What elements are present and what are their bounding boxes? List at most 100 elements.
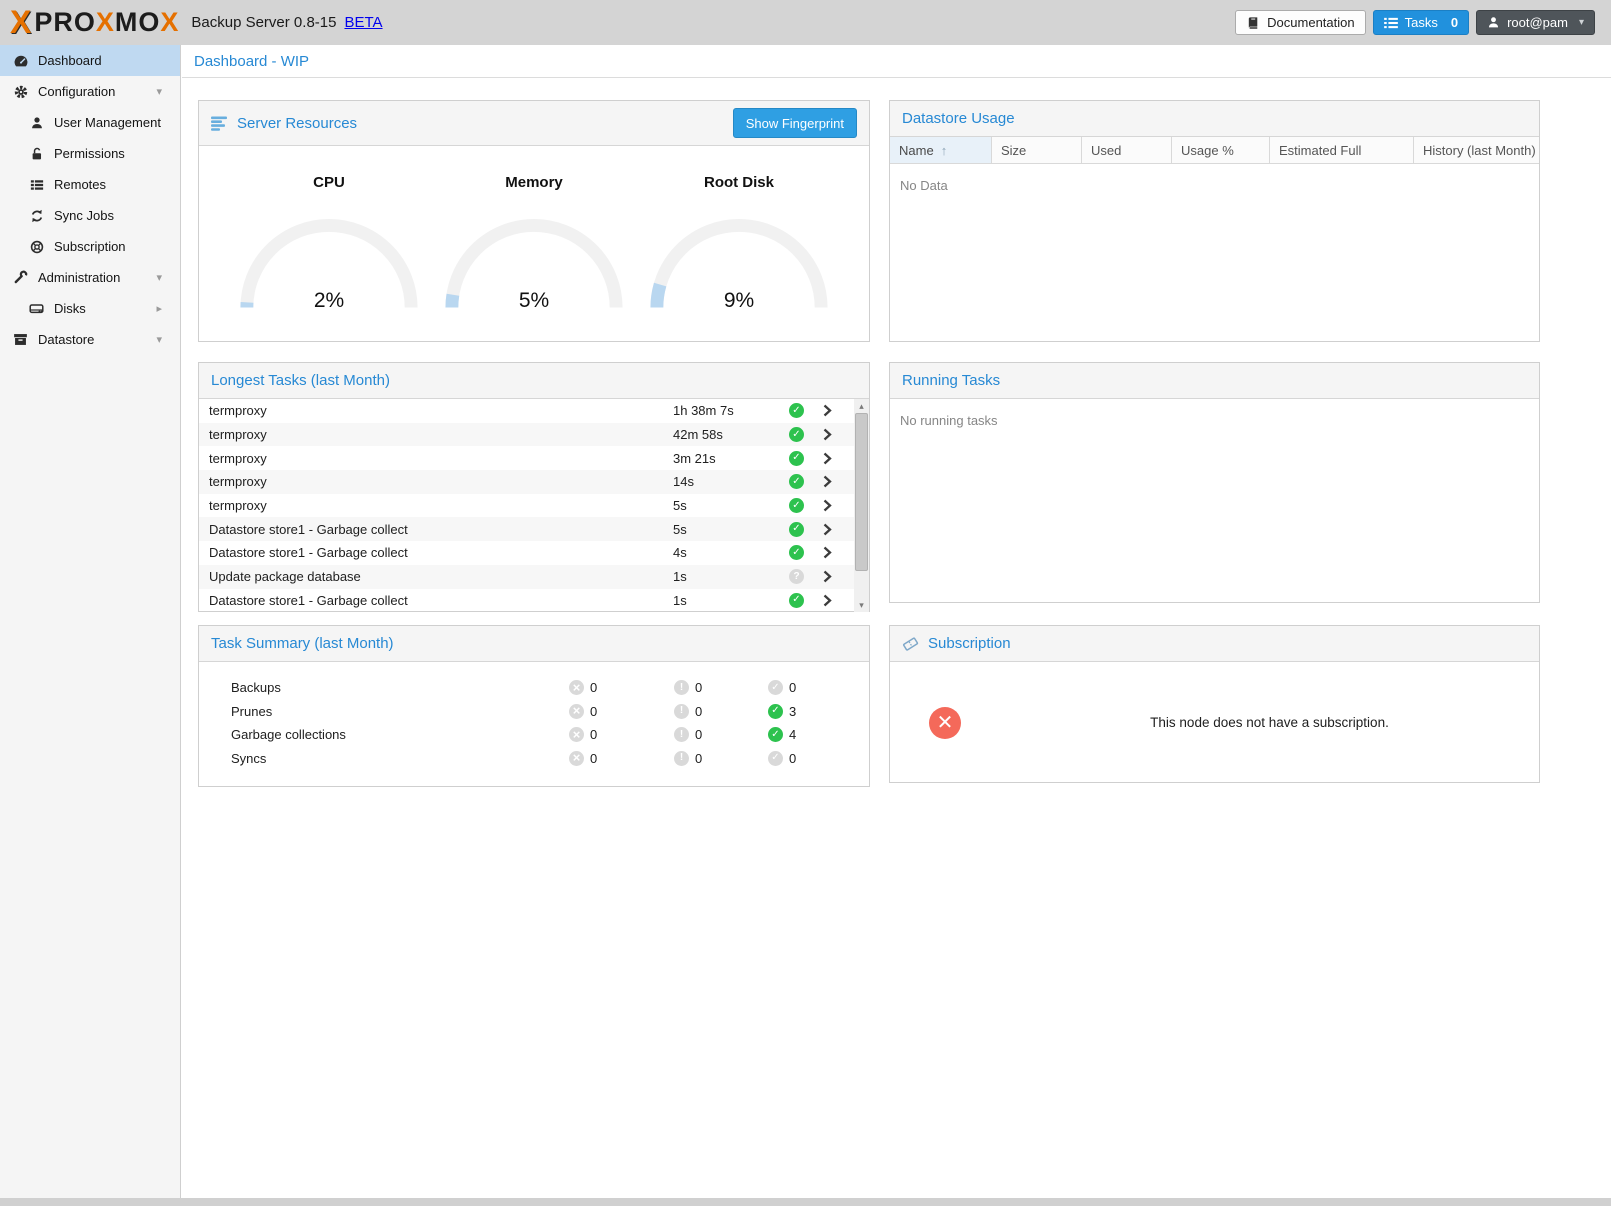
scrollbar-thumb[interactable] (855, 413, 868, 571)
chevron-right-icon[interactable] (823, 475, 832, 488)
datastore-icon (12, 332, 29, 347)
ticket-icon (902, 636, 919, 652)
panel-title: Task Summary (last Month) (211, 635, 394, 652)
show-fingerprint-button[interactable]: Show Fingerprint (733, 108, 857, 138)
cpu-gauge-value: 2% (235, 289, 423, 313)
error-icon (569, 751, 584, 766)
datastore-table-header: Name↑ Size Used Usage % Estimated Full H… (890, 137, 1539, 164)
caret-down-icon[interactable]: ▾ (156, 85, 162, 98)
sidebar-item-administration[interactable]: Administration ▾ (0, 262, 180, 293)
column-header-used[interactable]: Used (1082, 137, 1172, 163)
sidebar: Dashboard Configuration ▾ User Managemen… (0, 45, 181, 1198)
no-subscription-icon: ✕ (929, 707, 961, 739)
memory-gauge-value: 5% (440, 289, 628, 313)
column-header-name[interactable]: Name↑ (890, 137, 992, 163)
server-resources-icon (211, 116, 228, 131)
scroll-down-icon[interactable]: ▾ (854, 598, 869, 612)
no-data-text: No Data (890, 164, 1539, 193)
task-row[interactable]: Datastore store1 - Garbage collect 1s (199, 589, 854, 613)
task-row[interactable]: termproxy 3m 21s (199, 446, 854, 470)
task-status-icon (789, 569, 804, 584)
task-row[interactable]: Datastore store1 - Garbage collect 4s (199, 541, 854, 565)
caret-down-icon[interactable]: ▾ (156, 333, 162, 346)
beta-link[interactable]: BETA (344, 14, 382, 31)
panel-title: Subscription (928, 635, 1011, 652)
warning-icon (674, 704, 689, 719)
column-header-estimated-full[interactable]: Estimated Full (1270, 137, 1414, 163)
proxmox-logo: XPROXMOX (10, 4, 179, 41)
no-running-tasks-text: No running tasks (890, 399, 1539, 428)
task-row[interactable]: Update package database 1s (199, 565, 854, 589)
sidebar-item-datastore[interactable]: Datastore ▾ (0, 324, 180, 355)
column-header-history[interactable]: History (last Month) (1414, 137, 1539, 163)
page-title-bar: Dashboard - WIP (182, 45, 1611, 78)
column-header-size[interactable]: Size (992, 137, 1082, 163)
sidebar-item-subscription[interactable]: Subscription (0, 231, 180, 262)
ok-icon (768, 727, 783, 742)
task-row[interactable]: termproxy 14s (199, 470, 854, 494)
sidebar-item-sync-jobs[interactable]: Sync Jobs (0, 200, 180, 231)
warning-icon (674, 680, 689, 695)
warning-icon (674, 751, 689, 766)
subscription-message: This node does not have a subscription. (1000, 715, 1539, 730)
caret-right-icon[interactable]: ▸ (156, 302, 162, 315)
tasks-count-badge: 0 (1451, 15, 1458, 30)
datastore-usage-panel: Datastore Usage Name↑ Size Used Usage % … (889, 100, 1540, 342)
task-status-icon (789, 593, 804, 608)
sidebar-item-remotes[interactable]: Remotes (0, 169, 180, 200)
proxmox-x-icon: X (10, 4, 32, 41)
page-title: Dashboard - WIP (194, 53, 309, 70)
task-row[interactable]: termproxy 5s (199, 494, 854, 518)
chevron-right-icon[interactable] (823, 404, 832, 417)
task-row[interactable]: Datastore store1 - Garbage collect 5s (199, 517, 854, 541)
error-icon (569, 704, 584, 719)
sidebar-item-user-management[interactable]: User Management (0, 107, 180, 138)
chevron-right-icon[interactable] (823, 428, 832, 441)
chevron-down-icon: ▾ (1579, 17, 1584, 28)
chevron-right-icon[interactable] (823, 499, 832, 512)
book-icon (1246, 16, 1260, 30)
panel-title: Running Tasks (902, 372, 1000, 389)
chevron-right-icon[interactable] (823, 546, 832, 559)
support-icon (28, 240, 45, 254)
task-row[interactable]: termproxy 1h 38m 7s (199, 399, 854, 423)
sidebar-item-disks[interactable]: Disks ▸ (0, 293, 180, 324)
root-disk-gauge-value: 9% (645, 289, 833, 313)
subscription-panel: Subscription ✕ This node does not have a… (889, 625, 1540, 783)
summary-row-backups: Backups 0 0 0 (199, 676, 869, 700)
sidebar-item-configuration[interactable]: Configuration ▾ (0, 76, 180, 107)
root-disk-gauge: Root Disk 9% (645, 174, 833, 313)
task-row[interactable]: termproxy 42m 58s (199, 423, 854, 447)
summary-row-garbage-collections: Garbage collections 0 0 4 (199, 723, 869, 747)
user-icon (1487, 16, 1500, 29)
ok-icon (768, 704, 783, 719)
scrollbar[interactable]: ▴ ▾ (854, 399, 869, 612)
task-status-icon (789, 427, 804, 442)
sidebar-item-permissions[interactable]: Permissions (0, 138, 180, 169)
chevron-right-icon[interactable] (823, 570, 832, 583)
user-menu-button[interactable]: root@pam ▾ (1476, 10, 1595, 35)
panel-title: Datastore Usage (902, 110, 1015, 127)
chevron-right-icon[interactable] (823, 523, 832, 536)
scroll-up-icon[interactable]: ▴ (854, 399, 869, 413)
sync-icon (28, 209, 45, 223)
error-icon (569, 727, 584, 742)
column-header-usage-pct[interactable]: Usage % (1172, 137, 1270, 163)
task-status-icon (789, 522, 804, 537)
cpu-gauge: CPU 2% (235, 174, 423, 313)
sidebar-item-dashboard[interactable]: Dashboard (0, 45, 180, 76)
hard-disk-icon (28, 301, 45, 316)
ok-icon (768, 680, 783, 695)
product-subtitle: Backup Server 0.8-15 (191, 14, 336, 31)
task-status-icon (789, 474, 804, 489)
task-status-icon (789, 451, 804, 466)
caret-down-icon[interactable]: ▾ (156, 271, 162, 284)
memory-gauge: Memory 5% (440, 174, 628, 313)
panel-title: Longest Tasks (last Month) (211, 372, 390, 389)
chevron-right-icon[interactable] (823, 594, 832, 607)
documentation-button[interactable]: Documentation (1235, 10, 1365, 35)
sort-asc-icon: ↑ (941, 143, 948, 158)
panel-title: Server Resources (237, 115, 357, 132)
chevron-right-icon[interactable] (823, 452, 832, 465)
tasks-button[interactable]: Tasks 0 (1373, 10, 1469, 35)
